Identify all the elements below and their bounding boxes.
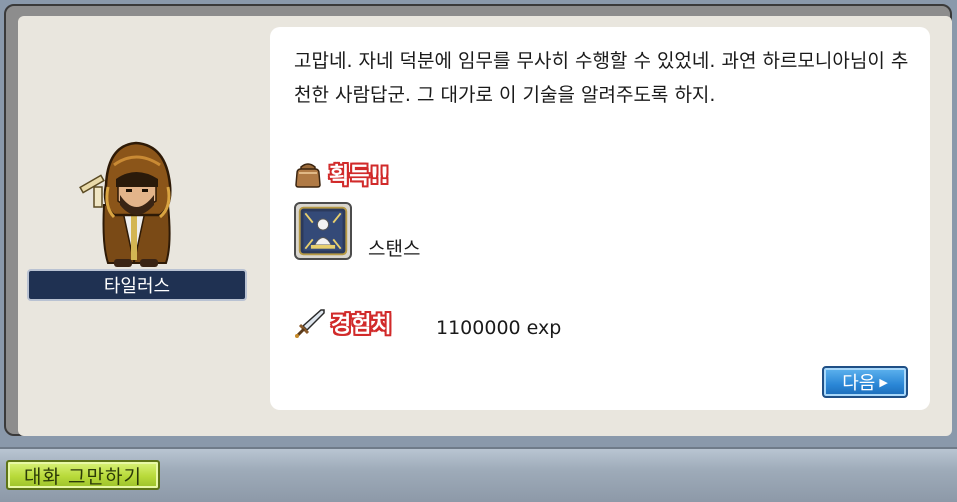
end-chat-button[interactable]: 대화 그만하기 — [6, 460, 160, 490]
skill-name: 스탠스 — [368, 238, 421, 260]
npc-dialog-message: 고맙네. 자네 덕분에 임무를 무사히 수행할 수 있었네. 과연 하르모니아님… — [294, 50, 909, 106]
bag-icon — [295, 163, 321, 188]
npc-portrait — [79, 141, 172, 267]
sword-hilt-icon — [79, 174, 105, 208]
exp-heading: 경험치 — [293, 306, 392, 340]
exp-value: 1100000 exp — [436, 317, 562, 339]
exp-heading-label: 경험치 — [331, 313, 392, 338]
npc-name-plate: 타일러스 — [27, 269, 247, 301]
sword-icon — [295, 309, 325, 338]
next-button-label: 다음 — [842, 373, 876, 394]
reward-heading: 획득!! — [293, 157, 390, 191]
chevron-right-icon: ▶ — [879, 375, 888, 389]
next-button[interactable]: 다음 ▶ — [822, 366, 908, 398]
stance-skill-icon — [294, 202, 352, 260]
reward-heading-label: 획득!! — [329, 164, 390, 189]
